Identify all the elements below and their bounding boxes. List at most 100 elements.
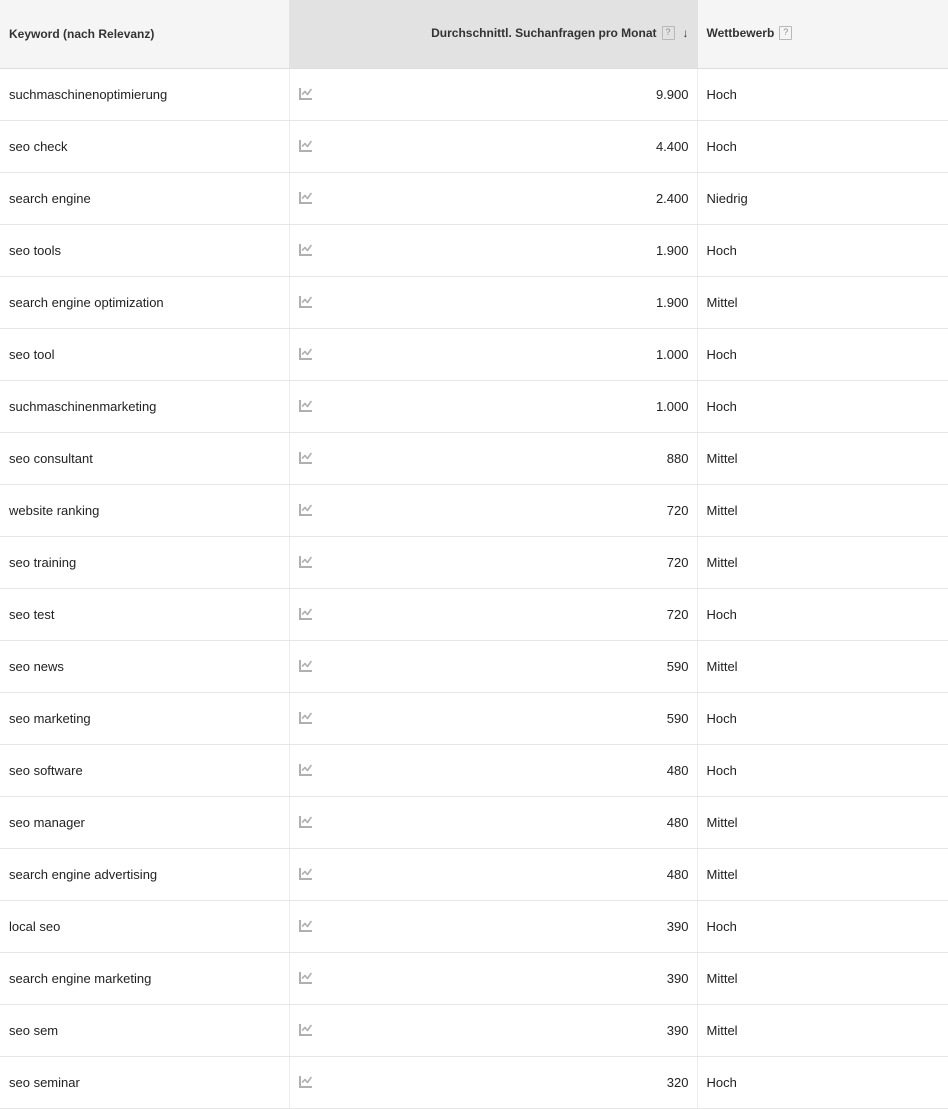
cell-keyword: seo check <box>0 120 290 173</box>
competition-value: Mittel <box>706 502 738 518</box>
competition-value: Hoch <box>706 918 737 934</box>
line-chart-icon[interactable] <box>298 190 314 206</box>
avg-monthly-searches-value: 590 <box>666 710 689 726</box>
cell-competition: Hoch <box>697 380 948 433</box>
cell-avg-monthly-searches: 720 <box>289 536 698 589</box>
keyword-text: seo consultant <box>9 450 93 466</box>
keyword-text: seo tool <box>9 346 55 362</box>
keyword-ideas-table: Keyword (nach Relevanz) Durchschnittl. S… <box>0 0 948 1109</box>
avg-monthly-searches-value: 480 <box>666 762 689 778</box>
avg-monthly-searches-value: 4.400 <box>655 138 689 154</box>
keyword-text: website ranking <box>9 502 100 518</box>
line-chart-icon[interactable] <box>298 294 314 310</box>
line-chart-icon[interactable] <box>298 398 314 414</box>
table-row: seo test 720 Hoch <box>0 588 948 641</box>
cell-competition: Hoch <box>697 68 948 121</box>
line-chart-icon[interactable] <box>298 658 314 674</box>
competition-value: Hoch <box>706 138 737 154</box>
sort-descending-arrow-icon[interactable]: ↓ <box>683 26 689 40</box>
cell-avg-monthly-searches: 880 <box>289 432 698 485</box>
cell-avg-monthly-searches: 720 <box>289 484 698 537</box>
keyword-text: search engine <box>9 190 91 206</box>
keyword-text: seo training <box>9 554 77 570</box>
cell-competition: Mittel <box>697 536 948 589</box>
cell-avg-monthly-searches: 9.900 <box>289 68 698 121</box>
cell-competition: Mittel <box>697 848 948 901</box>
cell-avg-monthly-searches: 590 <box>289 640 698 693</box>
competition-value: Mittel <box>706 554 738 570</box>
table-row: seo tool 1.000 Hoch <box>0 328 948 381</box>
column-header-competition[interactable]: Wettbewerb? <box>697 0 948 69</box>
table-row: search engine 2.400 Niedrig <box>0 172 948 225</box>
line-chart-icon[interactable] <box>298 502 314 518</box>
table-row: seo sem 390 Mittel <box>0 1004 948 1057</box>
line-chart-icon[interactable] <box>298 86 314 102</box>
competition-value: Hoch <box>706 398 737 414</box>
competition-value: Mittel <box>706 450 738 466</box>
cell-competition: Hoch <box>697 900 948 953</box>
cell-competition: Hoch <box>697 588 948 641</box>
table-row: seo consultant 880 Mittel <box>0 432 948 485</box>
table-header-row: Keyword (nach Relevanz) Durchschnittl. S… <box>0 0 948 69</box>
table-row: seo software 480 Hoch <box>0 744 948 797</box>
line-chart-icon[interactable] <box>298 606 314 622</box>
cell-avg-monthly-searches: 1.000 <box>289 328 698 381</box>
table-row: suchmaschinenoptimierung 9.900 Hoch <box>0 68 948 121</box>
column-header-keyword[interactable]: Keyword (nach Relevanz) <box>0 0 290 69</box>
line-chart-icon[interactable] <box>298 138 314 154</box>
cell-keyword: search engine optimization <box>0 276 290 329</box>
help-icon-avg-monthly-searches[interactable]: ? <box>661 26 675 41</box>
keyword-text: seo tools <box>9 242 62 258</box>
line-chart-icon[interactable] <box>298 970 314 986</box>
keyword-text: search engine optimization <box>9 294 164 310</box>
keyword-text: seo manager <box>9 814 85 830</box>
avg-monthly-searches-value: 480 <box>666 814 689 830</box>
cell-keyword: seo news <box>0 640 290 693</box>
cell-avg-monthly-searches: 4.400 <box>289 120 698 173</box>
cell-competition: Mittel <box>697 796 948 849</box>
line-chart-icon[interactable] <box>298 814 314 830</box>
column-header-avg-monthly-searches[interactable]: Durchschnittl. Suchanfragen pro Monat? ↓ <box>289 0 698 69</box>
keyword-text: seo seminar <box>9 1074 80 1090</box>
line-chart-icon[interactable] <box>298 1022 314 1038</box>
line-chart-icon[interactable] <box>298 554 314 570</box>
line-chart-icon[interactable] <box>298 918 314 934</box>
cell-competition: Mittel <box>697 952 948 1005</box>
cell-competition: Niedrig <box>697 172 948 225</box>
help-icon-competition[interactable]: ? <box>779 26 793 41</box>
table-row: seo manager 480 Mittel <box>0 796 948 849</box>
cell-avg-monthly-searches: 390 <box>289 1004 698 1057</box>
line-chart-icon[interactable] <box>298 346 314 362</box>
cell-competition: Hoch <box>697 692 948 745</box>
competition-value: Niedrig <box>706 190 748 206</box>
line-chart-icon[interactable] <box>298 710 314 726</box>
cell-keyword: seo sem <box>0 1004 290 1057</box>
table-row: seo news 590 Mittel <box>0 640 948 693</box>
keyword-text: seo marketing <box>9 710 91 726</box>
cell-keyword: local seo <box>0 900 290 953</box>
keyword-text: search engine advertising <box>9 866 158 882</box>
cell-competition: Hoch <box>697 120 948 173</box>
keyword-text: seo sem <box>9 1022 59 1038</box>
line-chart-icon[interactable] <box>298 242 314 258</box>
cell-avg-monthly-searches: 720 <box>289 588 698 641</box>
competition-value: Mittel <box>706 866 738 882</box>
line-chart-icon[interactable] <box>298 762 314 778</box>
competition-value: Mittel <box>706 1022 738 1038</box>
avg-monthly-searches-value: 1.000 <box>655 346 689 362</box>
avg-monthly-searches-value: 1.900 <box>655 242 689 258</box>
avg-monthly-searches-value: 590 <box>666 658 689 674</box>
cell-keyword: seo tool <box>0 328 290 381</box>
line-chart-icon[interactable] <box>298 450 314 466</box>
keyword-text: seo software <box>9 762 83 778</box>
cell-keyword: search engine advertising <box>0 848 290 901</box>
competition-value: Hoch <box>706 606 737 622</box>
table-row: seo check 4.400 Hoch <box>0 120 948 173</box>
cell-keyword: seo test <box>0 588 290 641</box>
competition-value: Mittel <box>706 294 738 310</box>
line-chart-icon[interactable] <box>298 1074 314 1090</box>
avg-monthly-searches-value: 720 <box>666 502 689 518</box>
cell-keyword: seo marketing <box>0 692 290 745</box>
cell-keyword: search engine <box>0 172 290 225</box>
line-chart-icon[interactable] <box>298 866 314 882</box>
